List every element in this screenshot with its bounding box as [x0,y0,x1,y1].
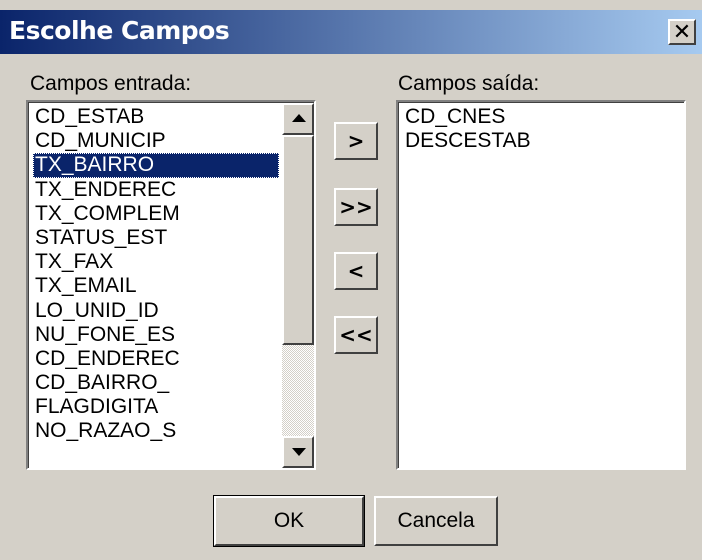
add-all-button[interactable]: >> [334,188,378,226]
list-item[interactable]: CD_CNES [403,105,531,129]
input-fields-list: CD_ESTAB CD_MUNICIP TX_BAIRRO TX_ENDEREC TX_… [33,105,279,444]
add-one-button[interactable]: > [334,122,378,160]
list-item[interactable]: STATUS_EST [33,226,279,250]
list-item[interactable]: TX_COMPLEM [33,202,279,226]
list-item[interactable]: TX_ENDEREC [33,178,279,202]
input-list-scrollbar[interactable] [282,103,314,468]
title-bar[interactable]: Escolhe Campos ✕ [0,10,702,54]
list-item[interactable]: NU_FONE_ES [33,323,279,347]
output-fields-list: CD_CNES DESCESTAB [403,105,531,153]
list-item[interactable]: LO_UNID_ID [33,299,279,323]
list-item[interactable]: CD_MUNICIP [33,129,279,153]
list-item[interactable]: CD_BAIRRO_ [33,371,279,395]
list-item[interactable]: DESCESTAB [403,129,531,153]
arrow-down-icon [292,448,306,456]
scroll-down-button[interactable] [282,436,314,468]
list-item[interactable]: FLAGDIGITA [33,395,279,419]
close-icon: ✕ [672,19,692,44]
list-item[interactable]: TX_FAX [33,250,279,274]
cancel-button[interactable]: Cancela [374,496,498,546]
list-item[interactable]: CD_ESTAB [33,105,279,129]
output-list-label: Campos saída: [398,72,540,95]
output-fields-listbox[interactable]: CD_CNES DESCESTAB [396,100,686,470]
arrow-up-icon [292,114,306,122]
ok-button[interactable]: OK [213,495,365,547]
scroll-up-button[interactable] [282,103,314,135]
remove-all-button[interactable]: << [334,316,378,354]
dialog-window: Escolhe Campos ✕ Campos entrada: CD_ESTA… [0,0,702,560]
list-item[interactable]: TX_EMAIL [33,274,279,298]
close-button[interactable]: ✕ [668,19,696,45]
list-item[interactable]: NO_RAZAO_S [33,419,279,443]
list-item[interactable]: TX_BAIRRO [33,153,279,178]
scroll-thumb[interactable] [282,135,314,345]
window-title: Escolhe Campos [9,16,230,45]
list-item[interactable]: CD_ENDEREC [33,347,279,371]
input-list-label: Campos entrada: [30,72,192,95]
input-fields-listbox[interactable]: CD_ESTAB CD_MUNICIP TX_BAIRRO TX_ENDEREC TX_… [26,100,316,470]
remove-one-button[interactable]: < [334,252,378,290]
